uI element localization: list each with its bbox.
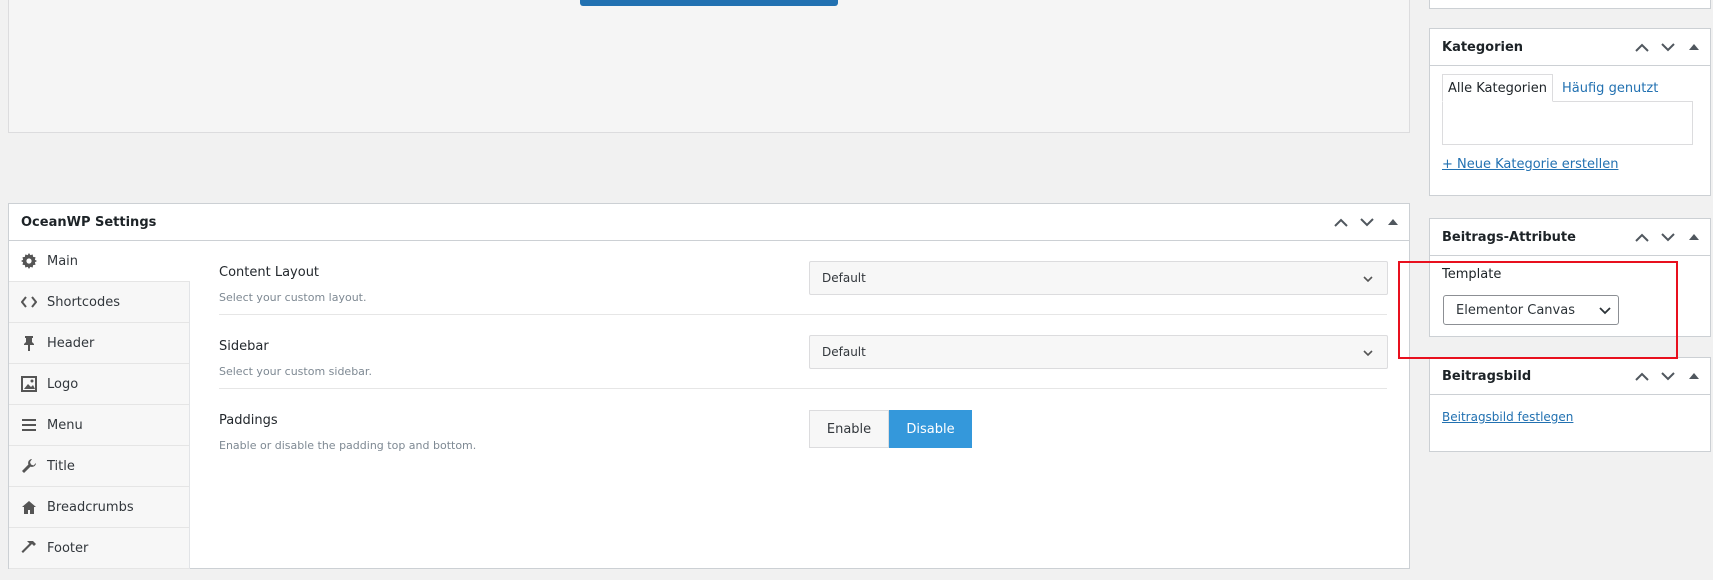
- nav-item-menu[interactable]: Menu: [9, 405, 189, 446]
- paddings-desc: Enable or disable the padding top and bo…: [219, 439, 477, 452]
- enable-button[interactable]: Enable: [809, 410, 889, 448]
- move-down-icon[interactable]: [1660, 229, 1676, 245]
- nav-item-title[interactable]: Title: [9, 446, 189, 487]
- move-down-icon[interactable]: [1359, 214, 1375, 230]
- move-up-icon[interactable]: [1634, 368, 1650, 384]
- box-title: Beitrags-Attribute: [1442, 229, 1576, 245]
- box-title: Kategorien: [1442, 39, 1524, 55]
- move-up-icon[interactable]: [1333, 214, 1349, 230]
- panel-title: OceanWP Settings: [21, 214, 157, 230]
- menu-icon: [20, 416, 38, 434]
- nav-item-main[interactable]: Main: [9, 241, 190, 282]
- add-category-link[interactable]: + Neue Kategorie erstellen: [1442, 157, 1618, 172]
- category-list: [1442, 101, 1693, 145]
- content-layout-desc: Select your custom layout.: [219, 291, 367, 304]
- selected-value: Elementor Canvas: [1456, 302, 1575, 318]
- nav-label: Breadcrumbs: [47, 499, 134, 515]
- move-up-icon[interactable]: [1634, 39, 1650, 55]
- nav-item-footer[interactable]: Footer: [9, 528, 189, 569]
- tab-alle-kategorien[interactable]: Alle Kategorien: [1442, 74, 1554, 102]
- sidebar-label: Sidebar: [219, 339, 269, 354]
- paddings-toggle: Enable Disable: [809, 410, 972, 448]
- nav-item-shortcodes[interactable]: Shortcodes: [9, 282, 189, 323]
- content-layout-row: Content Layout Select your custom layout…: [219, 241, 1388, 315]
- pin-icon: [20, 334, 38, 352]
- nav-label: Title: [47, 458, 75, 474]
- move-down-icon[interactable]: [1660, 39, 1676, 55]
- gear-icon: [20, 252, 38, 270]
- sidebar-row: Sidebar Select your custom sidebar. Defa…: [219, 315, 1388, 389]
- primary-button[interactable]: [580, 0, 838, 6]
- beitrags-attribute-box: Beitrags-Attribute Template Elementor Ca…: [1429, 218, 1711, 337]
- image-icon: [20, 375, 38, 393]
- nav-label: Menu: [47, 417, 83, 433]
- disable-button[interactable]: Disable: [889, 410, 972, 448]
- kategorien-box: Kategorien Alle Kategorien Häufig genutz…: [1429, 28, 1711, 196]
- code-icon: [20, 293, 38, 311]
- kategorien-header: Kategorien: [1430, 29, 1710, 66]
- collapse-toggle-icon[interactable]: [1385, 214, 1401, 230]
- paddings-label: Paddings: [219, 413, 278, 428]
- nav-label: Main: [47, 253, 79, 269]
- nav-item-logo[interactable]: Logo: [9, 364, 189, 405]
- content-layout-label: Content Layout: [219, 265, 320, 280]
- tab-haeufig-genutzt[interactable]: Häufig genutzt: [1553, 74, 1663, 102]
- chevron-down-icon: [1363, 272, 1373, 286]
- collapse-toggle-icon[interactable]: [1686, 229, 1702, 245]
- oceanwp-settings-nav: Main Shortcodes Header Logo Menu Title B…: [9, 241, 190, 569]
- attribute-header: Beitrags-Attribute: [1430, 219, 1710, 256]
- beitragsbild-box: Beitragsbild Beitragsbild festlegen: [1429, 357, 1711, 452]
- wrench-icon: [20, 457, 38, 475]
- set-featured-image-link[interactable]: Beitragsbild festlegen: [1442, 410, 1573, 424]
- chevron-down-icon: [1599, 304, 1611, 319]
- oceanwp-panel-header: OceanWP Settings: [9, 204, 1409, 241]
- sidebar-select[interactable]: Default: [809, 335, 1388, 369]
- move-up-icon[interactable]: [1634, 229, 1650, 245]
- paddings-row: Paddings Enable or disable the padding t…: [219, 389, 1387, 469]
- template-select[interactable]: Elementor Canvas: [1443, 295, 1619, 325]
- move-down-icon[interactable]: [1660, 368, 1676, 384]
- nav-label: Logo: [47, 376, 79, 392]
- nav-item-breadcrumbs[interactable]: Breadcrumbs: [9, 487, 189, 528]
- category-tabs: Alle Kategorien Häufig genutzt: [1442, 74, 1663, 102]
- nav-label: Header: [47, 335, 95, 351]
- content-layout-select[interactable]: Default: [809, 261, 1388, 295]
- chevron-down-icon: [1363, 346, 1373, 360]
- sidebar-desc: Select your custom sidebar.: [219, 365, 372, 378]
- oceanwp-settings-panel: OceanWP Settings Main Shortcodes Header …: [8, 203, 1410, 569]
- home-icon: [20, 498, 38, 516]
- sidebar-box-partial: [1429, 0, 1711, 9]
- selected-value: Default: [822, 345, 866, 359]
- collapse-toggle-icon[interactable]: [1686, 39, 1702, 55]
- nav-label: Footer: [47, 540, 89, 556]
- editor-area: [8, 0, 1410, 133]
- selected-value: Default: [822, 271, 866, 285]
- box-title: Beitragsbild: [1442, 368, 1532, 384]
- collapse-toggle-icon[interactable]: [1686, 368, 1702, 384]
- hammer-icon: [20, 539, 38, 557]
- beitragsbild-header: Beitragsbild: [1430, 358, 1710, 395]
- nav-item-header[interactable]: Header: [9, 323, 189, 364]
- template-label: Template: [1442, 267, 1502, 282]
- nav-label: Shortcodes: [47, 294, 121, 310]
